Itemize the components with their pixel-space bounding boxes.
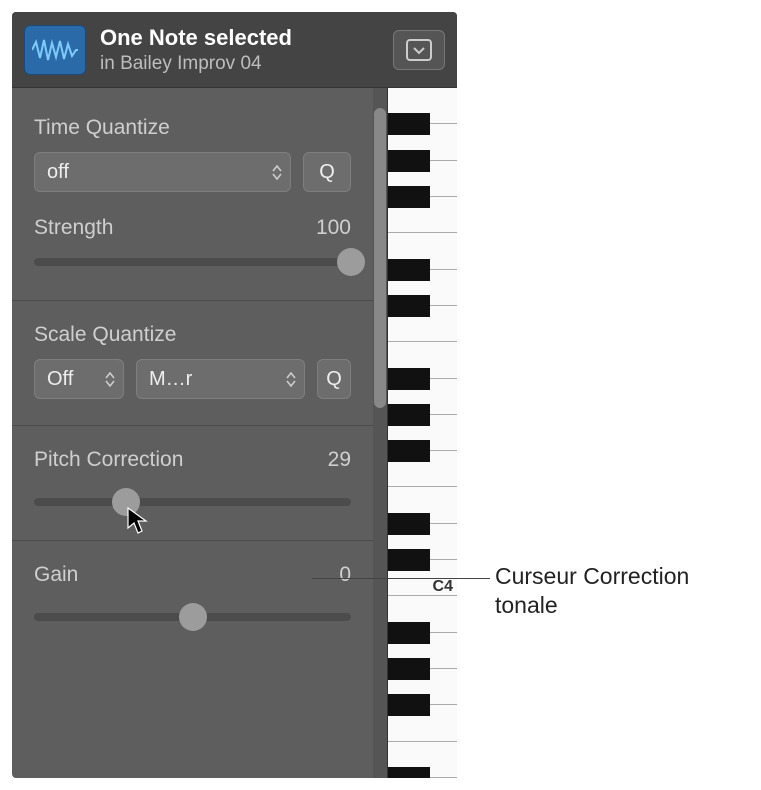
time-quantize-label: Time Quantize xyxy=(34,116,351,140)
pitch-correction-slider[interactable] xyxy=(34,490,351,514)
strength-label: Strength xyxy=(34,216,113,240)
annotation-line-2: tonale xyxy=(495,591,689,620)
annotation-line-1: Curseur Correction xyxy=(495,562,689,591)
gain-section: Gain 0 xyxy=(12,541,373,655)
scale-root-select[interactable]: Off xyxy=(34,359,124,399)
piano-black-key[interactable] xyxy=(388,440,430,462)
annotation-callout: Curseur Correction tonale xyxy=(495,562,689,620)
stepper-icon xyxy=(105,372,115,387)
piano-black-key[interactable] xyxy=(388,549,430,571)
strength-slider-thumb[interactable] xyxy=(337,248,365,276)
gain-label: Gain xyxy=(34,563,78,587)
header-text: One Note selected in Bailey Improv 04 xyxy=(100,25,379,75)
time-quantize-value: off xyxy=(47,161,266,184)
scale-type-select[interactable]: M…r xyxy=(136,359,305,399)
piano-black-key[interactable] xyxy=(388,113,430,135)
controls-body: Time Quantize off Q Strength xyxy=(12,88,457,778)
pitch-correction-value: 29 xyxy=(328,448,351,472)
piano-black-key[interactable] xyxy=(388,767,430,778)
pitch-correction-label: Pitch Correction xyxy=(34,448,183,472)
pitch-correction-slider-thumb[interactable] xyxy=(112,488,140,516)
selection-subtitle: in Bailey Improv 04 xyxy=(100,53,379,75)
scrollbar-thumb[interactable] xyxy=(374,108,386,408)
scale-quantize-section: Scale Quantize Off M…r xyxy=(12,301,373,426)
piano-black-key[interactable] xyxy=(388,404,430,426)
catalog-button[interactable] xyxy=(393,30,445,70)
piano-black-key[interactable] xyxy=(388,694,430,716)
annotation-leader-line xyxy=(312,578,490,579)
inspector-header: One Note selected in Bailey Improv 04 xyxy=(12,12,457,88)
time-quantize-select[interactable]: off xyxy=(34,152,291,192)
strength-slider[interactable] xyxy=(34,250,351,274)
selection-title: One Note selected xyxy=(100,25,379,51)
inspector-panel: One Note selected in Bailey Improv 04 Ti… xyxy=(12,12,457,778)
piano-black-key[interactable] xyxy=(388,622,430,644)
time-quantize-section: Time Quantize off Q Strength xyxy=(12,88,373,301)
quantize-button-label: Q xyxy=(319,161,335,184)
piano-black-key[interactable] xyxy=(388,150,430,172)
scale-root-value: Off xyxy=(47,368,99,391)
gain-slider-thumb[interactable] xyxy=(179,603,207,631)
piano-black-key[interactable] xyxy=(388,259,430,281)
stepper-icon xyxy=(272,165,282,180)
strength-value: 100 xyxy=(316,216,351,240)
scale-type-value: M…r xyxy=(149,368,280,391)
vertical-scrollbar[interactable] xyxy=(373,88,387,778)
scale-quantize-button-label: Q xyxy=(326,368,342,391)
piano-ruler[interactable]: C4C3 xyxy=(387,88,457,778)
catalog-icon xyxy=(406,39,432,61)
piano-key-label: C4 xyxy=(433,578,453,596)
scale-quantize-button[interactable]: Q xyxy=(317,359,351,399)
piano-black-key[interactable] xyxy=(388,295,430,317)
piano-black-key[interactable] xyxy=(388,368,430,390)
gain-value: 0 xyxy=(339,563,351,587)
piano-black-key[interactable] xyxy=(388,658,430,680)
quantize-button[interactable]: Q xyxy=(303,152,351,192)
audio-waveform-icon xyxy=(24,25,86,75)
piano-black-key[interactable] xyxy=(388,513,430,535)
pitch-correction-section: Pitch Correction 29 xyxy=(12,426,373,541)
scale-quantize-label: Scale Quantize xyxy=(34,323,351,347)
controls-column: Time Quantize off Q Strength xyxy=(12,88,373,778)
stepper-icon xyxy=(286,372,296,387)
piano-black-key[interactable] xyxy=(388,186,430,208)
gain-slider[interactable] xyxy=(34,605,351,629)
